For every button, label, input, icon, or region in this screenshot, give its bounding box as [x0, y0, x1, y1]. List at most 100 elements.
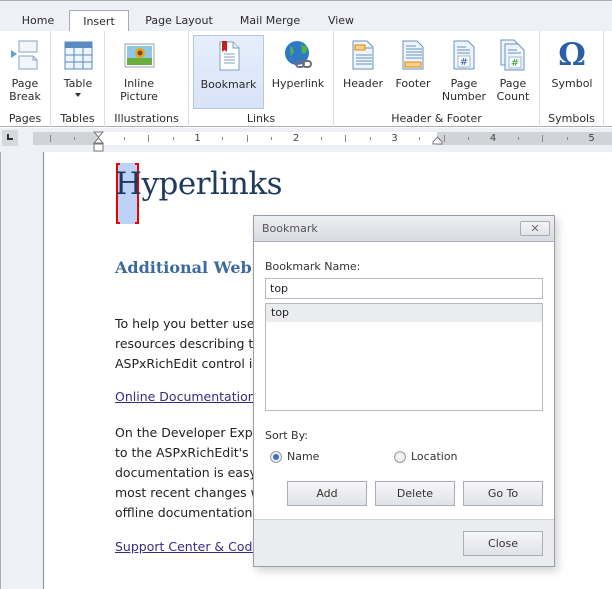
paragraph-line: On the Developer Expr [115, 425, 255, 440]
radio-checked-icon [270, 450, 282, 463]
bookmark-dialog: Bookmark ✕ Bookmark Name: top Sort By: N… [253, 215, 555, 567]
paragraph-line: most recent changes w [115, 485, 255, 500]
ruler-tick [172, 137, 174, 140]
sort-by-location-radio[interactable]: Location [394, 450, 458, 463]
ruler-number: 5 [588, 133, 595, 144]
ruler-tick [345, 135, 347, 142]
page-number-label-2: Number [441, 90, 487, 103]
ruler-number: 2 [292, 133, 300, 144]
ribbon-tab-bar: Home Insert Page Layout Mail Merge View [0, 0, 612, 33]
tab-page-layout[interactable]: Page Layout [133, 10, 225, 33]
ruler-number: 1 [194, 133, 201, 144]
ruler-tick [246, 135, 248, 142]
ruler-tick [271, 137, 273, 140]
symbol-button[interactable]: Ω Symbol [544, 35, 600, 109]
bookmark-icon [219, 41, 239, 71]
goto-button[interactable]: Go To [463, 481, 543, 506]
group-links: Bookmark Hyperlink Links [189, 31, 334, 127]
right-indent-marker[interactable] [432, 136, 443, 145]
group-label-pages: Pages [8, 112, 42, 125]
header-icon [352, 40, 374, 70]
document-title: Hyperlinks [115, 166, 283, 202]
sort-by-location-label: Location [411, 450, 458, 463]
sort-by-name-radio[interactable]: Name [270, 450, 319, 463]
delete-button[interactable]: Delete [375, 481, 455, 506]
group-label-tables: Tables [60, 112, 95, 125]
symbol-label: Symbol [551, 77, 593, 90]
page-count-button[interactable]: # Page Count [490, 35, 536, 109]
header-label: Header [342, 77, 384, 90]
bookmark-name-input[interactable] [265, 278, 543, 299]
ruler-tick [74, 137, 76, 140]
ruler-tick [123, 137, 125, 140]
page-count-label-2: Count [496, 90, 530, 103]
tab-view[interactable]: View [318, 10, 364, 33]
paragraph-line: offline documentation [115, 505, 253, 520]
table-button[interactable]: Table [55, 35, 101, 109]
tab-home[interactable]: Home [12, 10, 64, 33]
bookmark-list[interactable]: top [265, 303, 543, 411]
group-label-header-footer: Header & Footer [391, 112, 482, 125]
ribbon: Page Break Pages Table Tables Inline Pic… [0, 31, 612, 127]
paragraph-line: resources describing th [115, 336, 255, 351]
indent-marker[interactable] [93, 131, 104, 153]
tab-insert[interactable]: Insert [69, 10, 129, 33]
hyperlink-button[interactable]: Hyperlink [267, 35, 329, 109]
group-symbols: Ω Symbol Symbols [540, 31, 604, 127]
bookmark-list-item[interactable]: top [266, 304, 542, 322]
ruler-number: 4 [489, 133, 497, 144]
ruler-tick [148, 135, 150, 142]
group-pages: Page Break Pages [0, 31, 51, 127]
svg-text:#: # [460, 57, 468, 68]
online-documentation-link[interactable]: Online Documentation [115, 389, 255, 404]
page-number-button[interactable]: # Page Number [439, 35, 489, 109]
page-break-label-2: Break [9, 90, 41, 103]
add-button[interactable]: Add [287, 481, 367, 506]
group-label-illustrations: Illustrations [114, 112, 179, 125]
page-break-button[interactable]: Page Break [2, 35, 48, 109]
document-heading: Additional Web [115, 258, 252, 277]
table-icon [64, 41, 93, 70]
close-button[interactable]: Close [463, 531, 543, 556]
tab-mail-merge[interactable]: Mail Merge [230, 10, 310, 33]
inline-picture-button[interactable]: Inline Picture [111, 35, 167, 109]
footer-button[interactable]: Footer [388, 35, 438, 109]
page-number-label-1: Page [450, 77, 478, 90]
radio-unchecked-icon [394, 450, 406, 463]
group-label-links: Links [246, 112, 276, 125]
paragraph-line: documentation is easy [115, 465, 255, 480]
footer-label: Footer [395, 77, 431, 90]
close-icon[interactable]: ✕ [520, 221, 550, 236]
ruler-left-margin [33, 132, 98, 145]
paragraph-line: To help you better use [115, 316, 255, 331]
omega-icon: Ω [558, 37, 586, 73]
group-tables: Table Tables [51, 31, 105, 127]
header-button[interactable]: Header [339, 35, 387, 109]
dialog-footer: Close [254, 519, 554, 566]
dialog-title: Bookmark [262, 222, 318, 235]
group-illustrations: Inline Picture Illustrations [105, 31, 189, 127]
ruler-number: 3 [391, 133, 398, 144]
bookmark-button[interactable]: Bookmark [193, 35, 264, 109]
page-count-icon: # [500, 39, 525, 71]
page-number-icon: # [453, 40, 475, 70]
ruler-tick [320, 137, 322, 140]
page-break-label-1: Page [11, 77, 39, 90]
group-header-footer: Header Footer # Page Number # Page Count… [334, 31, 540, 127]
left-tab-icon [7, 134, 13, 140]
svg-text:#: # [511, 58, 519, 69]
hyperlink-globe-icon [285, 41, 312, 68]
bookmark-label: Bookmark [200, 78, 257, 91]
ruler-tick [468, 137, 470, 140]
ruler-tick [517, 137, 519, 140]
ruler-area: 1 2 3 4 5 [0, 128, 612, 152]
support-center-link[interactable]: Support Center & Code [115, 539, 255, 554]
ruler-tick [222, 137, 224, 140]
dialog-header[interactable]: Bookmark ✕ [254, 216, 554, 242]
bookmark-name-label: Bookmark Name: [265, 260, 361, 273]
horizontal-ruler[interactable]: 1 2 3 4 5 [33, 132, 612, 145]
hyperlink-label: Hyperlink [271, 77, 325, 90]
picture-icon [124, 43, 155, 68]
ruler-tick [443, 135, 445, 142]
tab-stop-selector[interactable] [2, 130, 18, 146]
